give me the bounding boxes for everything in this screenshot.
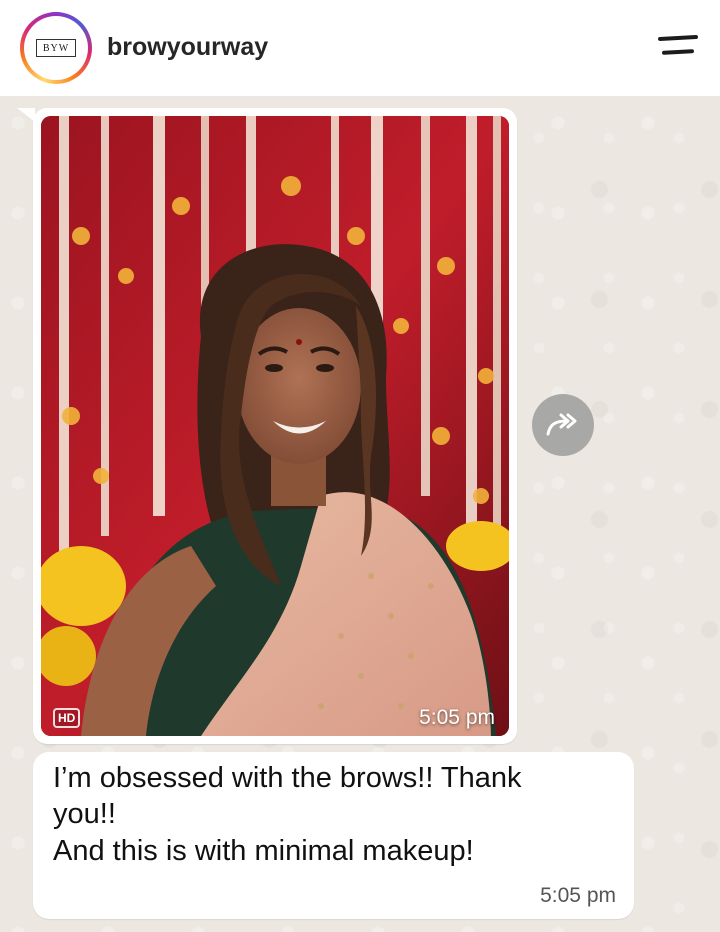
message-text-line: you!! xyxy=(53,798,116,830)
photo[interactable]: HD 5:05 pm xyxy=(41,116,509,736)
forward-arrow-glyph xyxy=(546,413,577,436)
menu-line xyxy=(661,49,695,55)
message-timestamp: 5:05 pm xyxy=(540,884,616,907)
text-message-bubble[interactable]: I’m obsessed with the brows!! Thank you!… xyxy=(33,752,634,919)
image-timestamp: 5:05 pm xyxy=(419,706,495,729)
username[interactable]: browyourway xyxy=(107,33,268,62)
message-text-line: I’m obsessed with the brows!! Thank xyxy=(53,762,522,794)
forward-icon[interactable] xyxy=(532,394,594,456)
menu-line xyxy=(657,34,699,42)
avatar-inner: BYW xyxy=(24,16,88,80)
chat-area: HD 5:05 pm I’m obsessed with the brows!!… xyxy=(0,96,720,932)
avatar-logo: BYW xyxy=(36,39,76,57)
chat-header: BYW browyourway xyxy=(0,0,720,96)
hd-badge: HD xyxy=(53,708,81,728)
image-message-bubble[interactable]: HD 5:05 pm xyxy=(33,108,517,744)
photo-illustration xyxy=(41,116,509,736)
avatar[interactable]: BYW xyxy=(20,12,92,84)
message-text-line: And this is with minimal makeup! xyxy=(53,835,474,867)
hamburger-menu-icon[interactable] xyxy=(654,34,700,60)
